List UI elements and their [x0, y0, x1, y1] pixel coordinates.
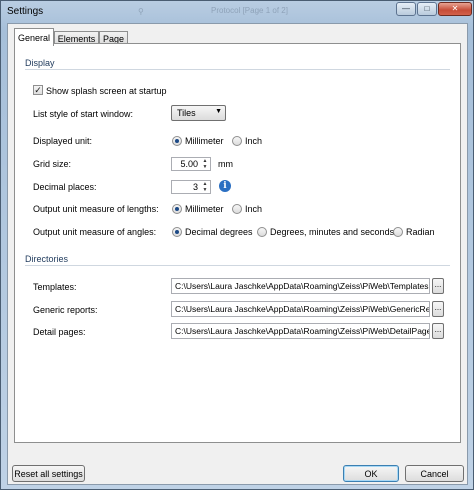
grid-unit-label: mm: [218, 159, 233, 169]
background-window-title: Protocol [Page 1 of 2]: [211, 6, 288, 15]
settings-window: Settings ⚲ Protocol [Page 1 of 2] — □ ✕ …: [0, 0, 474, 490]
angles-decimal-label: Decimal degrees: [185, 227, 253, 237]
unit-label: Displayed unit:: [33, 136, 93, 146]
grid-size-label: Grid size:: [33, 159, 72, 169]
tab-general[interactable]: General: [14, 28, 54, 46]
cancel-button[interactable]: Cancel: [405, 465, 464, 482]
background-search-icon: ⚲: [138, 7, 144, 16]
spin-arrows-icon[interactable]: ▲ ▼: [201, 181, 209, 193]
dialog-body: General Elements Page Display ✓ Show spl…: [7, 23, 468, 485]
angles-dms-label: Degrees, minutes and seconds: [270, 227, 395, 237]
list-style-value: Tiles: [177, 108, 196, 118]
title-bar[interactable]: Settings ⚲ Protocol [Page 1 of 2] — □ ✕: [1, 1, 473, 23]
splash-checkbox[interactable]: ✓: [33, 85, 43, 95]
generic-reports-path-value: C:\Users\Laura Jaschke\AppData\Roaming\Z…: [175, 304, 430, 314]
detail-pages-path-value: C:\Users\Laura Jaschke\AppData\Roaming\Z…: [175, 326, 430, 336]
unit-inch-radio[interactable]: [232, 136, 242, 146]
directories-section-heading: Directories: [25, 254, 450, 266]
reset-all-settings-button[interactable]: Reset all settings: [12, 465, 85, 482]
detail-pages-path-field[interactable]: C:\Users\Laura Jaschke\AppData\Roaming\Z…: [171, 323, 430, 339]
templates-browse-button[interactable]: ...: [432, 278, 444, 294]
general-tab-panel: Display ✓ Show splash screen at startup …: [14, 43, 461, 443]
spin-arrows-icon[interactable]: ▲ ▼: [201, 158, 209, 170]
decimal-places-stepper[interactable]: 3 ▲ ▼: [171, 180, 211, 194]
templates-path-value: C:\Users\Laura Jaschke\AppData\Roaming\Z…: [175, 281, 429, 291]
templates-label: Templates:: [33, 282, 77, 292]
detail-pages-browse-button[interactable]: ...: [432, 323, 444, 339]
angles-decimal-radio[interactable]: [172, 227, 182, 237]
lengths-millimeter-label: Millimeter: [185, 204, 224, 214]
ok-button[interactable]: OK: [343, 465, 399, 482]
minimize-button[interactable]: —: [396, 2, 416, 16]
angles-dms-radio[interactable]: [257, 227, 267, 237]
chevron-down-icon: ▼: [215, 108, 222, 115]
templates-path-field[interactable]: C:\Users\Laura Jaschke\AppData\Roaming\Z…: [171, 278, 430, 294]
unit-inch-label: Inch: [245, 136, 263, 146]
angles-radian-radio[interactable]: [393, 227, 403, 237]
decimal-places-label: Decimal places:: [33, 182, 97, 192]
splash-label: Show splash screen at startup: [46, 86, 167, 96]
angles-label: Output unit measure of angles:: [33, 227, 157, 237]
list-style-dropdown[interactable]: Tiles ▼: [171, 105, 226, 121]
info-icon[interactable]: i: [219, 180, 231, 192]
detail-pages-label: Detail pages:: [33, 327, 86, 337]
checkmark-icon: ✓: [34, 85, 42, 95]
list-style-label: List style of start window:: [33, 109, 134, 119]
minimize-icon: —: [402, 4, 410, 13]
close-icon: ✕: [451, 4, 459, 13]
generic-reports-label: Generic reports:: [33, 305, 98, 315]
maximize-button[interactable]: □: [417, 2, 437, 16]
decimal-places-value: 3: [192, 182, 198, 192]
close-button[interactable]: ✕: [438, 2, 472, 16]
angles-radian-label: Radian: [406, 227, 435, 237]
generic-reports-path-field[interactable]: C:\Users\Laura Jaschke\AppData\Roaming\Z…: [171, 301, 430, 317]
window-title: Settings: [7, 6, 44, 17]
grid-size-stepper[interactable]: 5.00 ▲ ▼: [171, 157, 211, 171]
unit-millimeter-radio[interactable]: [172, 136, 182, 146]
generic-reports-browse-button[interactable]: ...: [432, 301, 444, 317]
lengths-inch-radio[interactable]: [232, 204, 242, 214]
display-section-heading: Display: [25, 58, 450, 70]
lengths-millimeter-radio[interactable]: [172, 204, 182, 214]
maximize-icon: □: [424, 4, 430, 13]
grid-size-value: 5.00: [180, 159, 198, 169]
lengths-label: Output unit measure of lengths:: [33, 204, 159, 214]
lengths-inch-label: Inch: [245, 204, 263, 214]
unit-millimeter-label: Millimeter: [185, 136, 224, 146]
